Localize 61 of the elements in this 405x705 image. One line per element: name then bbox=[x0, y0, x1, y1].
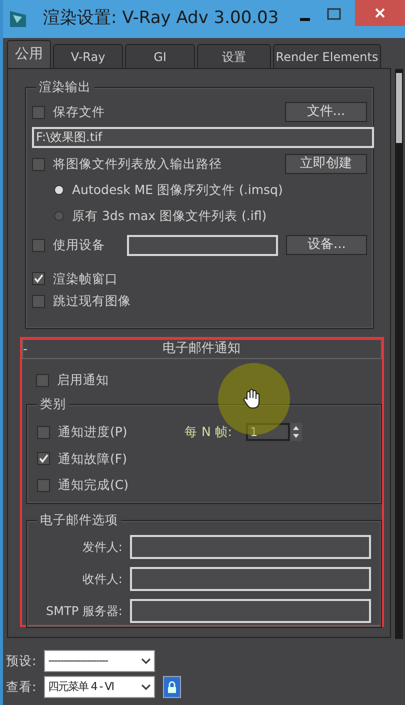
path-field[interactable]: F:\效果图.tif bbox=[32, 127, 374, 148]
group-title: 渲染输出 bbox=[36, 79, 94, 95]
device-field[interactable] bbox=[127, 234, 278, 256]
checkbox[interactable] bbox=[32, 106, 45, 118]
close-button[interactable] bbox=[355, 0, 405, 26]
checkbox-label: 使用设备 bbox=[53, 236, 105, 254]
checkbox-label: 保存文件 bbox=[53, 102, 105, 121]
checkbox[interactable] bbox=[36, 374, 49, 387]
close-icon bbox=[375, 8, 385, 18]
collapse-sign[interactable]: - bbox=[23, 340, 28, 358]
field-label: 查看: bbox=[6, 678, 36, 696]
device-button[interactable]: 设备... bbox=[286, 235, 367, 255]
checkbox[interactable] bbox=[37, 426, 50, 439]
checkbox-label: 通知进度(P) bbox=[58, 422, 128, 441]
text-field[interactable] bbox=[130, 566, 371, 591]
field-label: SMTP 服务器: bbox=[45, 602, 122, 620]
tab[interactable]: Render Elements bbox=[273, 44, 381, 68]
checkbox-label: 跳过现有图像 bbox=[53, 292, 131, 310]
text-field[interactable] bbox=[130, 534, 371, 559]
frame-interval-label: 每 N 帧: bbox=[184, 422, 232, 441]
preset-dropdown[interactable]: -------------------- bbox=[44, 650, 156, 672]
dropdown-value: 四元菜单 4 - VI bbox=[48, 678, 114, 695]
radio-button[interactable] bbox=[54, 211, 64, 222]
checkbox-label: 渲染帧窗口 bbox=[53, 270, 118, 288]
view-dropdown[interactable]: 四元菜单 4 - VI bbox=[44, 676, 156, 698]
file-button[interactable]: 文件... bbox=[285, 102, 367, 122]
tab[interactable]: GI bbox=[125, 44, 195, 68]
spinner-arrows-icon[interactable] bbox=[290, 422, 302, 441]
tab[interactable]: 公用 bbox=[7, 40, 51, 68]
field-label: 收件人: bbox=[81, 570, 122, 588]
checkbox-label: 通知故障(F) bbox=[58, 450, 127, 468]
app-icon bbox=[9, 9, 27, 29]
checkbox-label: 将图像文件列表放入输出路径 bbox=[53, 154, 222, 173]
window-title: 渲染设置: V-Ray Adv 3.00.03 bbox=[43, 7, 279, 30]
checkbox[interactable] bbox=[32, 158, 45, 170]
group-title: 类别 bbox=[37, 396, 69, 412]
checkbox[interactable] bbox=[37, 452, 50, 466]
maximize-icon[interactable] bbox=[327, 8, 341, 20]
field-label: 预设: bbox=[6, 652, 36, 670]
dropdown-value: -------------------- bbox=[48, 652, 108, 669]
create-button[interactable]: 立即创建 bbox=[285, 154, 367, 174]
field-label: 发件人: bbox=[81, 538, 122, 556]
lock-icon bbox=[167, 680, 178, 694]
rollout-title[interactable]: 电子邮件通知 bbox=[162, 339, 246, 359]
lock-button[interactable] bbox=[163, 676, 182, 698]
caret-icon bbox=[141, 684, 152, 690]
radio-label: Autodesk ME 图像序列文件 (.imsq) bbox=[72, 181, 283, 199]
checkbox[interactable] bbox=[32, 272, 45, 286]
tab[interactable]: 设置 bbox=[197, 44, 271, 68]
tab[interactable]: V-Ray bbox=[53, 44, 123, 68]
scrollbar[interactable] bbox=[395, 69, 403, 639]
checkbox[interactable] bbox=[32, 295, 45, 308]
caret-icon bbox=[141, 658, 152, 664]
group-title: 电子邮件选项 bbox=[37, 512, 121, 528]
text-field[interactable] bbox=[130, 598, 371, 623]
checkbox[interactable] bbox=[37, 479, 50, 492]
checkbox[interactable] bbox=[32, 238, 45, 252]
checkbox-label: 启用通知 bbox=[57, 371, 109, 389]
radio-label: 原有 3ds max 图像文件列表 (.ifl) bbox=[72, 206, 267, 225]
radio-button[interactable] bbox=[54, 185, 64, 196]
checkbox-label: 通知完成(C) bbox=[58, 476, 128, 494]
